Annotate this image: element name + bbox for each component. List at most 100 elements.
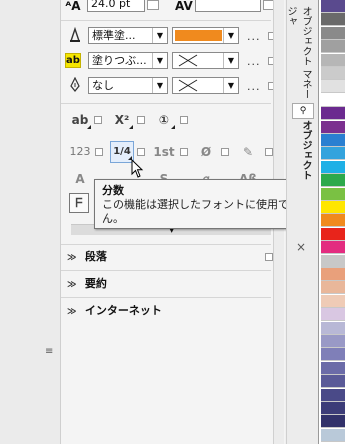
background-fill-icon: ab bbox=[65, 53, 81, 68]
contextual-alternates-button[interactable]: ᖴ bbox=[69, 193, 89, 213]
outline-pen-select[interactable]: 標準塗... ▼ bbox=[88, 27, 168, 44]
palette-swatch[interactable] bbox=[321, 308, 345, 322]
palette-swatch[interactable] bbox=[321, 93, 345, 107]
palette-swatch[interactable] bbox=[321, 241, 345, 255]
palette-swatch[interactable] bbox=[321, 147, 345, 161]
palette-swatch[interactable] bbox=[321, 388, 345, 402]
palette-swatch[interactable] bbox=[321, 428, 345, 442]
kerning-icon: AV bbox=[175, 0, 193, 13]
section-internet[interactable]: ≫ インターネット bbox=[67, 301, 277, 321]
palette-swatch[interactable] bbox=[321, 0, 345, 13]
background-row: ab 塗りつぶ... ▼ ▼ ... bbox=[61, 50, 285, 72]
no-color-icon bbox=[178, 54, 198, 67]
docker-tab-column: オブジェクト マネージャ ⚲ オブジェクト × bbox=[285, 0, 319, 444]
palette-swatch[interactable] bbox=[321, 174, 345, 188]
left-docker-strip: ≡ bbox=[0, 0, 61, 444]
palette-swatch[interactable] bbox=[321, 214, 345, 228]
enclosed-char-button[interactable]: ① bbox=[153, 110, 175, 130]
small-caps-button[interactable]: ab bbox=[69, 110, 91, 130]
palette-swatch[interactable] bbox=[321, 26, 345, 40]
outline-color-swatch bbox=[175, 30, 222, 41]
underline-select[interactable]: なし ▼ bbox=[88, 77, 168, 94]
chevron-down-icon: ▼ bbox=[152, 28, 167, 43]
palette-swatch[interactable] bbox=[321, 80, 345, 94]
palette-swatch[interactable] bbox=[321, 268, 345, 281]
palette-swatch[interactable] bbox=[321, 187, 345, 201]
palette-swatch[interactable] bbox=[321, 120, 345, 134]
font-size-icon: ᴬA bbox=[65, 0, 81, 13]
ordinal-toggle[interactable] bbox=[180, 148, 188, 156]
outline-pen-value: 標準塗... bbox=[92, 29, 136, 42]
palette-swatch[interactable] bbox=[321, 53, 345, 67]
color-palette bbox=[318, 0, 346, 444]
divider bbox=[61, 20, 271, 21]
slashed-zero-toggle[interactable] bbox=[221, 148, 229, 156]
grip-icon[interactable]: ≡ bbox=[45, 347, 53, 360]
palette-swatch[interactable] bbox=[321, 13, 345, 27]
swash-button[interactable]: ✎ bbox=[237, 142, 259, 162]
kerning-field[interactable] bbox=[195, 0, 261, 12]
outline-more-button[interactable]: ... bbox=[247, 30, 261, 43]
section-summary-label: 要約 bbox=[84, 277, 107, 290]
chevron-down-icon: ▼ bbox=[223, 78, 238, 93]
underline-pen-icon bbox=[67, 76, 83, 93]
tab-object-properties[interactable]: オブジェクト bbox=[293, 120, 313, 210]
divider bbox=[61, 103, 271, 104]
underline-value: なし bbox=[92, 79, 114, 92]
palette-swatch[interactable] bbox=[321, 160, 345, 174]
numerals-toggle[interactable] bbox=[95, 148, 103, 156]
palette-swatch[interactable] bbox=[321, 402, 345, 415]
font-size-row: ᴬA 24.0 pt AV bbox=[61, 0, 285, 22]
palette-swatch[interactable] bbox=[321, 134, 345, 147]
superscript-button[interactable]: X² bbox=[111, 110, 133, 130]
chevron-down-icon: ▼ bbox=[223, 53, 238, 68]
divider bbox=[61, 244, 271, 245]
enclosed-char-toggle[interactable] bbox=[180, 116, 188, 124]
section-paragraph-toggle[interactable] bbox=[265, 253, 273, 261]
section-summary[interactable]: ≫ 要約 bbox=[67, 274, 277, 294]
palette-swatch[interactable] bbox=[321, 227, 345, 241]
palette-swatch[interactable] bbox=[321, 281, 345, 295]
underline-color-select[interactable]: ▼ bbox=[172, 77, 239, 94]
chevron-down-icon: ▼ bbox=[223, 28, 238, 43]
swash-toggle[interactable] bbox=[265, 148, 273, 156]
palette-swatch[interactable] bbox=[321, 335, 345, 348]
palette-swatch[interactable] bbox=[321, 201, 345, 214]
ordinal-button[interactable]: 1st bbox=[153, 142, 175, 162]
superscript-toggle[interactable] bbox=[137, 116, 145, 124]
font-size-value: 24.0 pt bbox=[91, 0, 131, 10]
section-paragraph[interactable]: ≫ 段落 bbox=[67, 247, 277, 267]
palette-swatch[interactable] bbox=[321, 361, 345, 375]
background-more-button[interactable]: ... bbox=[247, 55, 261, 68]
palette-swatch[interactable] bbox=[321, 321, 345, 335]
chevron-double-down-icon: ≫ bbox=[67, 280, 77, 290]
tab-object-manager[interactable]: オブジェクト マネージャ bbox=[285, 6, 313, 102]
small-caps-toggle[interactable] bbox=[94, 116, 102, 124]
tab-icon[interactable]: ⚲ bbox=[292, 103, 314, 119]
background-fill-select[interactable]: 塗りつぶ... ▼ bbox=[88, 52, 168, 69]
underline-row: なし ▼ ▼ ... bbox=[61, 75, 285, 97]
close-icon[interactable]: × bbox=[296, 240, 306, 254]
mouse-cursor-icon bbox=[131, 159, 144, 178]
outline-pen-icon bbox=[67, 26, 83, 43]
palette-swatch[interactable] bbox=[321, 107, 345, 121]
underline-more-button[interactable]: ... bbox=[247, 80, 261, 93]
background-color-select[interactable]: ▼ bbox=[172, 52, 239, 69]
chevron-double-down-icon: ≫ bbox=[67, 307, 77, 317]
numerals-button[interactable]: 123 bbox=[69, 142, 91, 162]
palette-swatch[interactable] bbox=[321, 67, 345, 80]
palette-swatch[interactable] bbox=[321, 375, 345, 389]
no-color-icon bbox=[178, 79, 198, 92]
palette-swatch[interactable] bbox=[321, 415, 345, 429]
palette-swatch[interactable] bbox=[321, 40, 345, 54]
stylistic-a-button[interactable]: A bbox=[69, 169, 91, 189]
palette-swatch[interactable] bbox=[321, 294, 345, 308]
background-fill-value: 塗りつぶ... bbox=[92, 54, 147, 67]
font-size-spinner[interactable] bbox=[147, 0, 159, 10]
fraction-toggle[interactable] bbox=[137, 148, 145, 156]
slashed-zero-button[interactable]: Ø bbox=[195, 142, 217, 162]
palette-swatch[interactable] bbox=[321, 348, 345, 362]
font-size-field[interactable]: 24.0 pt bbox=[87, 0, 145, 12]
palette-swatch[interactable] bbox=[321, 254, 345, 268]
outline-color-select[interactable]: ▼ bbox=[172, 27, 239, 44]
